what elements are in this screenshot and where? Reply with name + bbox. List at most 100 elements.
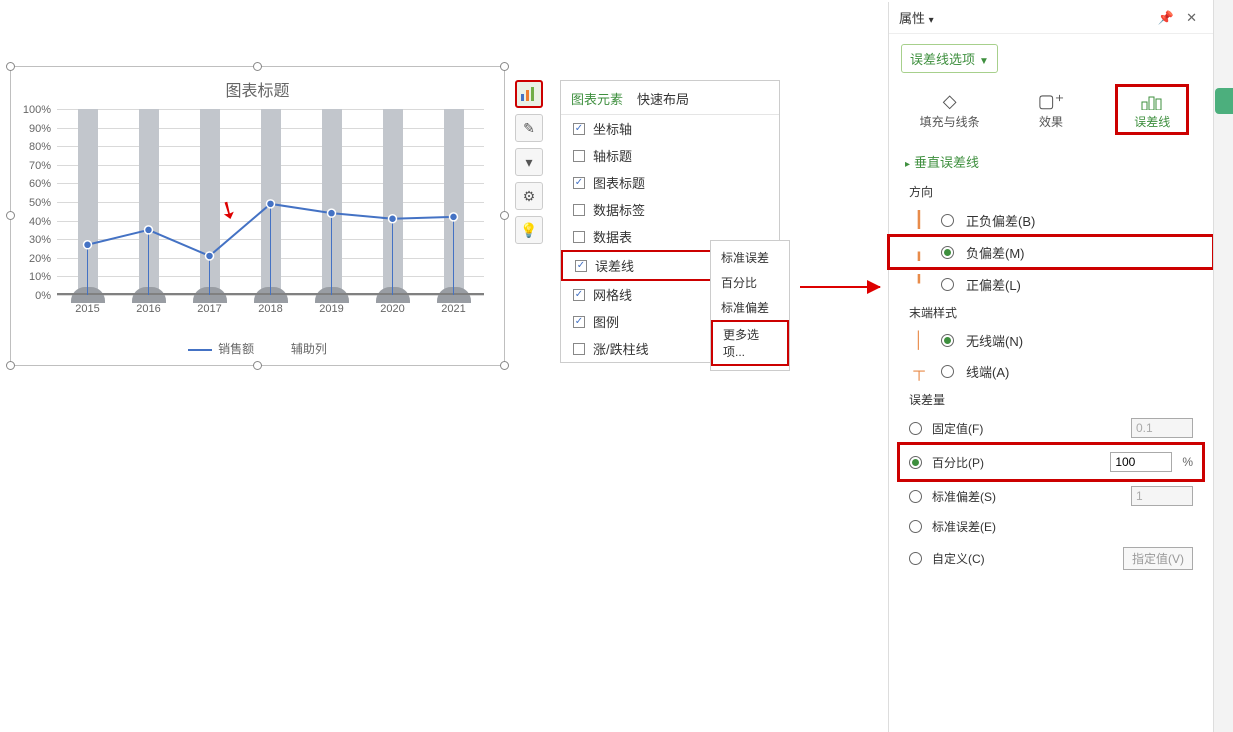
chart-tips-button[interactable]: 💡 [515,216,543,244]
x-tick-label: 2015 [75,303,99,315]
end-cap[interactable]: ┬ 线端(A) [889,356,1213,387]
submenu-percent[interactable]: 百分比 [711,270,789,295]
menu-item[interactable]: ✓ 图表标题 [561,169,779,196]
errorbar-submenu: 标准误差 百分比 标准偏差 更多选项... [710,240,790,371]
chart-title: 图表标题 [11,67,504,101]
menu-item-label: 网格线 [593,285,632,304]
paint-bucket-icon: ◇ [918,89,982,113]
submenu-std-dev[interactable]: 标准偏差 [711,295,789,320]
side-tab-handle[interactable] [1215,88,1233,114]
close-icon[interactable]: ✕ [1180,10,1203,26]
checkbox-icon[interactable]: ✓ [573,289,585,301]
annotation-arrow-icon [800,286,880,288]
amount-fixed[interactable]: 固定值(F) [889,412,1213,444]
both-direction-icon: ┃ [909,210,929,230]
direction-plus[interactable]: ╹ 正偏差(L) [889,268,1213,300]
chart-elements-button[interactable] [515,80,543,108]
direction-label: 方向 [889,179,1213,204]
y-tick-label: 50% [29,197,51,209]
chart-styles-button[interactable]: ✎ [515,114,543,142]
resize-handle[interactable] [6,361,15,370]
tab-errorbar[interactable]: 误差线 [1120,89,1184,130]
y-tick-label: 90% [29,123,51,135]
pin-icon[interactable]: 📌 [1152,10,1180,26]
menu-item-label: 图表标题 [593,173,645,192]
y-tick-label: 10% [29,271,51,283]
x-tick-label: 2020 [380,303,404,315]
tab-effects[interactable]: ▢⁺ 效果 [1019,89,1083,130]
amount-stdev[interactable]: 标准偏差(S) [889,480,1213,512]
specify-value-button[interactable]: 指定值(V) [1123,547,1193,570]
submenu-more-options[interactable]: 更多选项... [711,320,789,366]
y-tick-label: 100% [23,104,51,116]
chart-floating-toolbar: ✎ ▾ ⚙ 💡 [515,80,545,250]
effects-icon: ▢⁺ [1019,89,1083,113]
x-tick-label: 2017 [197,303,221,315]
error-amount-label: 误差量 [889,387,1213,412]
chart-filter-button[interactable]: ▾ [515,148,543,176]
end-style-label: 末端样式 [889,300,1213,325]
y-tick-label: 20% [29,253,51,265]
checkbox-icon[interactable] [573,343,585,355]
checkbox-icon[interactable]: ✓ [575,260,587,272]
menu-item-label: 坐标轴 [593,119,632,138]
menu-item[interactable]: ✓ 坐标轴 [561,115,779,142]
right-gutter [1213,0,1233,732]
tab-quick-layout[interactable]: 快速布局 [637,89,689,108]
y-tick-label: 40% [29,216,51,228]
tab-chart-elements[interactable]: 图表元素 [571,89,623,108]
resize-handle[interactable] [500,211,509,220]
x-tick-label: 2019 [319,303,343,315]
panel-title: 属性 ▾ [899,8,1152,27]
resize-handle[interactable] [253,361,262,370]
menu-item-label: 数据表 [593,227,632,246]
menu-item-label: 图例 [593,312,619,331]
submenu-std-error[interactable]: 标准误差 [711,245,789,270]
amount-custom[interactable]: 自定义(C) 指定值(V) [889,541,1213,576]
y-tick-label: 30% [29,234,51,246]
x-tick-label: 2018 [258,303,282,315]
resize-handle[interactable] [253,62,262,71]
end-none[interactable]: │ 无线端(N) [889,325,1213,356]
properties-panel: 属性 ▾ 📌 ✕ 误差线选项▼ ◇ 填充与线条 ▢⁺ 效果 误差线 ▸垂直误差线… [888,2,1213,732]
checkbox-icon[interactable]: ✓ [573,177,585,189]
errorbar-icon [1120,89,1184,113]
resize-handle[interactable] [500,62,509,71]
line-series [57,109,484,295]
direction-both[interactable]: ┃ 正负偏差(B) [889,204,1213,236]
resize-handle[interactable] [6,211,15,220]
section-vertical-errorbar[interactable]: ▸垂直误差线 [889,144,1213,179]
cap-icon: ┬ [909,363,929,381]
menu-item[interactable]: 轴标题 [561,142,779,169]
menu-item-label: 数据标签 [593,200,645,219]
menu-item[interactable]: 数据标签 [561,196,779,223]
checkbox-icon[interactable]: ✓ [573,123,585,135]
tab-fill-line[interactable]: ◇ 填充与线条 [918,89,982,130]
percent-value-input[interactable] [1110,452,1172,472]
no-cap-icon: │ [909,332,929,350]
stdev-value-input[interactable] [1131,486,1193,506]
checkbox-icon[interactable] [573,150,585,162]
y-tick-label: 0% [35,290,51,302]
minus-direction-icon: ╻ [909,242,929,262]
y-tick-label: 60% [29,178,51,190]
menu-item-label: 涨/跌柱线 [593,339,649,358]
amount-percent[interactable]: 百分比(P) % [901,446,1201,478]
x-tick-label: 2016 [136,303,160,315]
x-tick-label: 2021 [441,303,465,315]
y-tick-label: 70% [29,160,51,172]
fixed-value-input[interactable] [1131,418,1193,438]
plot-area: 0%10%20%30%40%50%60%70%80%90%100% 201520… [57,109,484,295]
chart-container[interactable]: 图表标题 0%10%20%30%40%50%60%70%80%90%100% 2… [10,66,505,366]
menu-item-label: 误差线 [595,256,634,275]
resize-handle[interactable] [6,62,15,71]
chart-settings-button[interactable]: ⚙ [515,182,543,210]
y-tick-label: 80% [29,141,51,153]
checkbox-icon[interactable] [573,204,585,216]
errorbar-options-dropdown[interactable]: 误差线选项▼ [901,44,998,73]
amount-stderr[interactable]: 标准误差(E) [889,512,1213,541]
direction-minus[interactable]: ╻ 负偏差(M) [889,236,1213,268]
checkbox-icon[interactable] [573,231,585,243]
checkbox-icon[interactable]: ✓ [573,316,585,328]
resize-handle[interactable] [500,361,509,370]
